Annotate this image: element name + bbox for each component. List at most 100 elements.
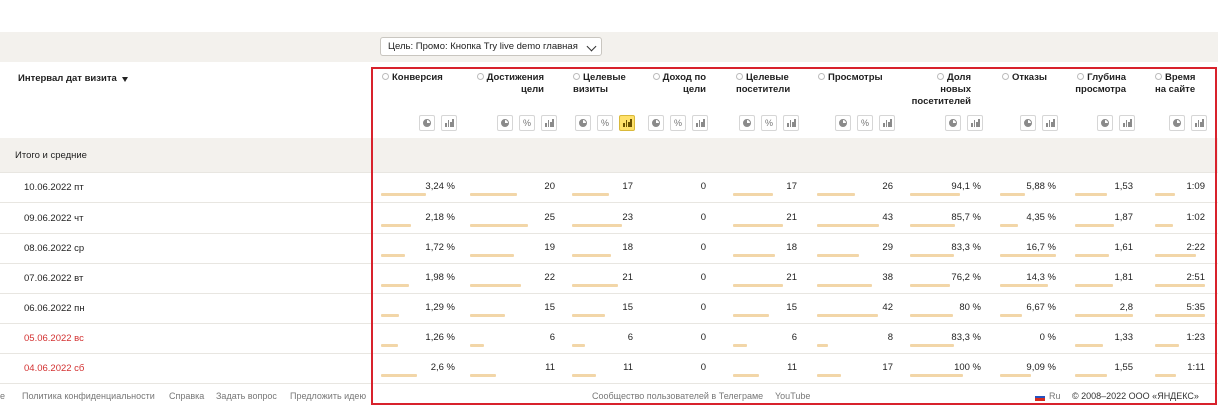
cell-bounce: 14,3 % [1026, 272, 1056, 283]
percent-icon[interactable]: % [857, 115, 873, 131]
value-bar [470, 344, 484, 347]
cell-reach: 11 [545, 362, 555, 373]
value-bar [381, 344, 398, 347]
percent-icon[interactable]: % [519, 115, 535, 131]
pie-chart-icon[interactable] [648, 115, 664, 131]
cell-conv: 1,29 % [425, 302, 455, 313]
value-bar [470, 254, 514, 257]
bar-chart-icon[interactable] [1191, 115, 1207, 131]
help-icon[interactable] [736, 73, 743, 80]
pie-chart-icon[interactable] [575, 115, 591, 131]
help-icon[interactable] [818, 73, 825, 80]
footer-link[interactable]: Сообщество пользователей в Телеграме [592, 391, 763, 401]
bar-chart-icon[interactable] [967, 115, 983, 131]
column-header-tvisits[interactable]: Целевые визиты [573, 72, 638, 96]
bar-chart-icon[interactable] [1119, 115, 1135, 131]
column-header-text: Отказы [1012, 72, 1048, 83]
column-header-line: Доля [901, 72, 971, 84]
footer-link[interactable]: Политика конфиденциальности [22, 391, 155, 401]
help-icon[interactable] [382, 73, 389, 80]
cell-depth: 1,87 [1114, 212, 1134, 223]
goal-selector[interactable]: Цель: Промо: Кнопка Try live demo главна… [380, 37, 602, 56]
cell-newshare: 80 % [959, 302, 981, 313]
footer-link[interactable]: Предложить идею [290, 391, 366, 401]
cell-time: 2:22 [1186, 242, 1206, 253]
cell-depth: 1,55 [1114, 362, 1134, 373]
row-date[interactable]: 08.06.2022 ср [24, 243, 84, 254]
cell-time: 1:02 [1186, 212, 1206, 223]
pie-chart-icon[interactable] [739, 115, 755, 131]
pie-chart-icon[interactable] [497, 115, 513, 131]
help-icon[interactable] [1155, 73, 1162, 80]
value-bar [1075, 374, 1107, 377]
cell-views: 38 [882, 272, 893, 283]
help-icon[interactable] [1002, 73, 1009, 80]
column-header-text: Время [1165, 72, 1196, 83]
cell-tvisits: 6 [627, 332, 633, 343]
bar-chart-icon[interactable] [783, 115, 799, 131]
bar-chart-icon[interactable] [879, 115, 895, 131]
percent-icon[interactable]: % [597, 115, 613, 131]
bar-chart-icon[interactable] [441, 115, 457, 131]
pie-chart-icon[interactable] [1169, 115, 1185, 131]
cell-depth: 1,53 [1114, 181, 1134, 192]
row-date[interactable]: 06.06.2022 пн [24, 303, 85, 314]
value-bar [733, 374, 759, 377]
value-bar [817, 254, 859, 257]
value-bar [1075, 193, 1107, 196]
help-icon[interactable] [936, 73, 944, 80]
footer-link[interactable]: YouTube [775, 391, 810, 401]
column-header-line: Отказы [1002, 72, 1062, 84]
pie-chart-icon[interactable] [1020, 115, 1036, 131]
row-date[interactable]: 09.06.2022 чт [24, 213, 84, 224]
bars-glyph [696, 119, 705, 127]
value-bar [572, 284, 618, 287]
column-header-income[interactable]: Доход по цели [651, 72, 706, 96]
help-icon[interactable] [1077, 73, 1085, 80]
column-header-depth[interactable]: Глубина просмотра [1056, 72, 1126, 96]
help-icon[interactable] [652, 73, 660, 80]
footer-link[interactable]: Задать вопрос [216, 391, 277, 401]
help-icon[interactable] [476, 73, 484, 80]
value-bar [733, 254, 775, 257]
goal-toolbar [0, 32, 1218, 62]
percent-icon[interactable]: % [761, 115, 777, 131]
bars-glyph [1046, 119, 1055, 127]
value-bar [733, 224, 783, 227]
value-bar [381, 193, 426, 196]
pie-chart-icon[interactable] [1097, 115, 1113, 131]
cell-income: 0 [700, 212, 706, 223]
column-header-views[interactable]: Просмотры [818, 72, 888, 84]
column-header-conv[interactable]: Конверсия [382, 72, 452, 84]
column-header-text: новых [940, 84, 971, 95]
cell-reach: 15 [544, 302, 555, 313]
bar-chart-icon[interactable] [692, 115, 708, 131]
pie-chart-icon[interactable] [945, 115, 961, 131]
column-header-line: цели [464, 84, 544, 96]
bar-chart-icon[interactable] [541, 115, 557, 131]
row-date[interactable]: 05.06.2022 вс [24, 333, 84, 344]
column-header-line: посетителей [901, 96, 971, 108]
bar-chart-icon[interactable] [619, 115, 635, 131]
footer-link[interactable]: е [0, 391, 5, 401]
help-icon[interactable] [573, 73, 580, 80]
percent-icon[interactable]: % [670, 115, 686, 131]
row-date[interactable]: 10.06.2022 пт [24, 182, 84, 193]
value-bar [733, 314, 769, 317]
percent-glyph: % [673, 118, 682, 128]
date-column-header[interactable]: Интервал дат визита [18, 73, 128, 84]
column-header-newshare[interactable]: Доля новых посетителей [901, 72, 971, 108]
pie-glyph [949, 119, 957, 127]
row-date[interactable]: 04.06.2022 сб [24, 363, 84, 374]
footer-link[interactable]: Справка [169, 391, 204, 401]
column-header-bounce[interactable]: Отказы [1002, 72, 1062, 84]
cell-views: 26 [882, 181, 893, 192]
column-header-reach[interactable]: Достижения цели [464, 72, 544, 96]
row-date[interactable]: 07.06.2022 вт [24, 273, 83, 284]
bar-chart-icon[interactable] [1042, 115, 1058, 131]
column-header-tvisitors[interactable]: Целевые посетители [736, 72, 806, 96]
pie-chart-icon[interactable] [835, 115, 851, 131]
pie-chart-icon[interactable] [419, 115, 435, 131]
language-link[interactable]: Ru [1049, 391, 1061, 401]
column-header-time[interactable]: Время на сайте [1155, 72, 1210, 96]
